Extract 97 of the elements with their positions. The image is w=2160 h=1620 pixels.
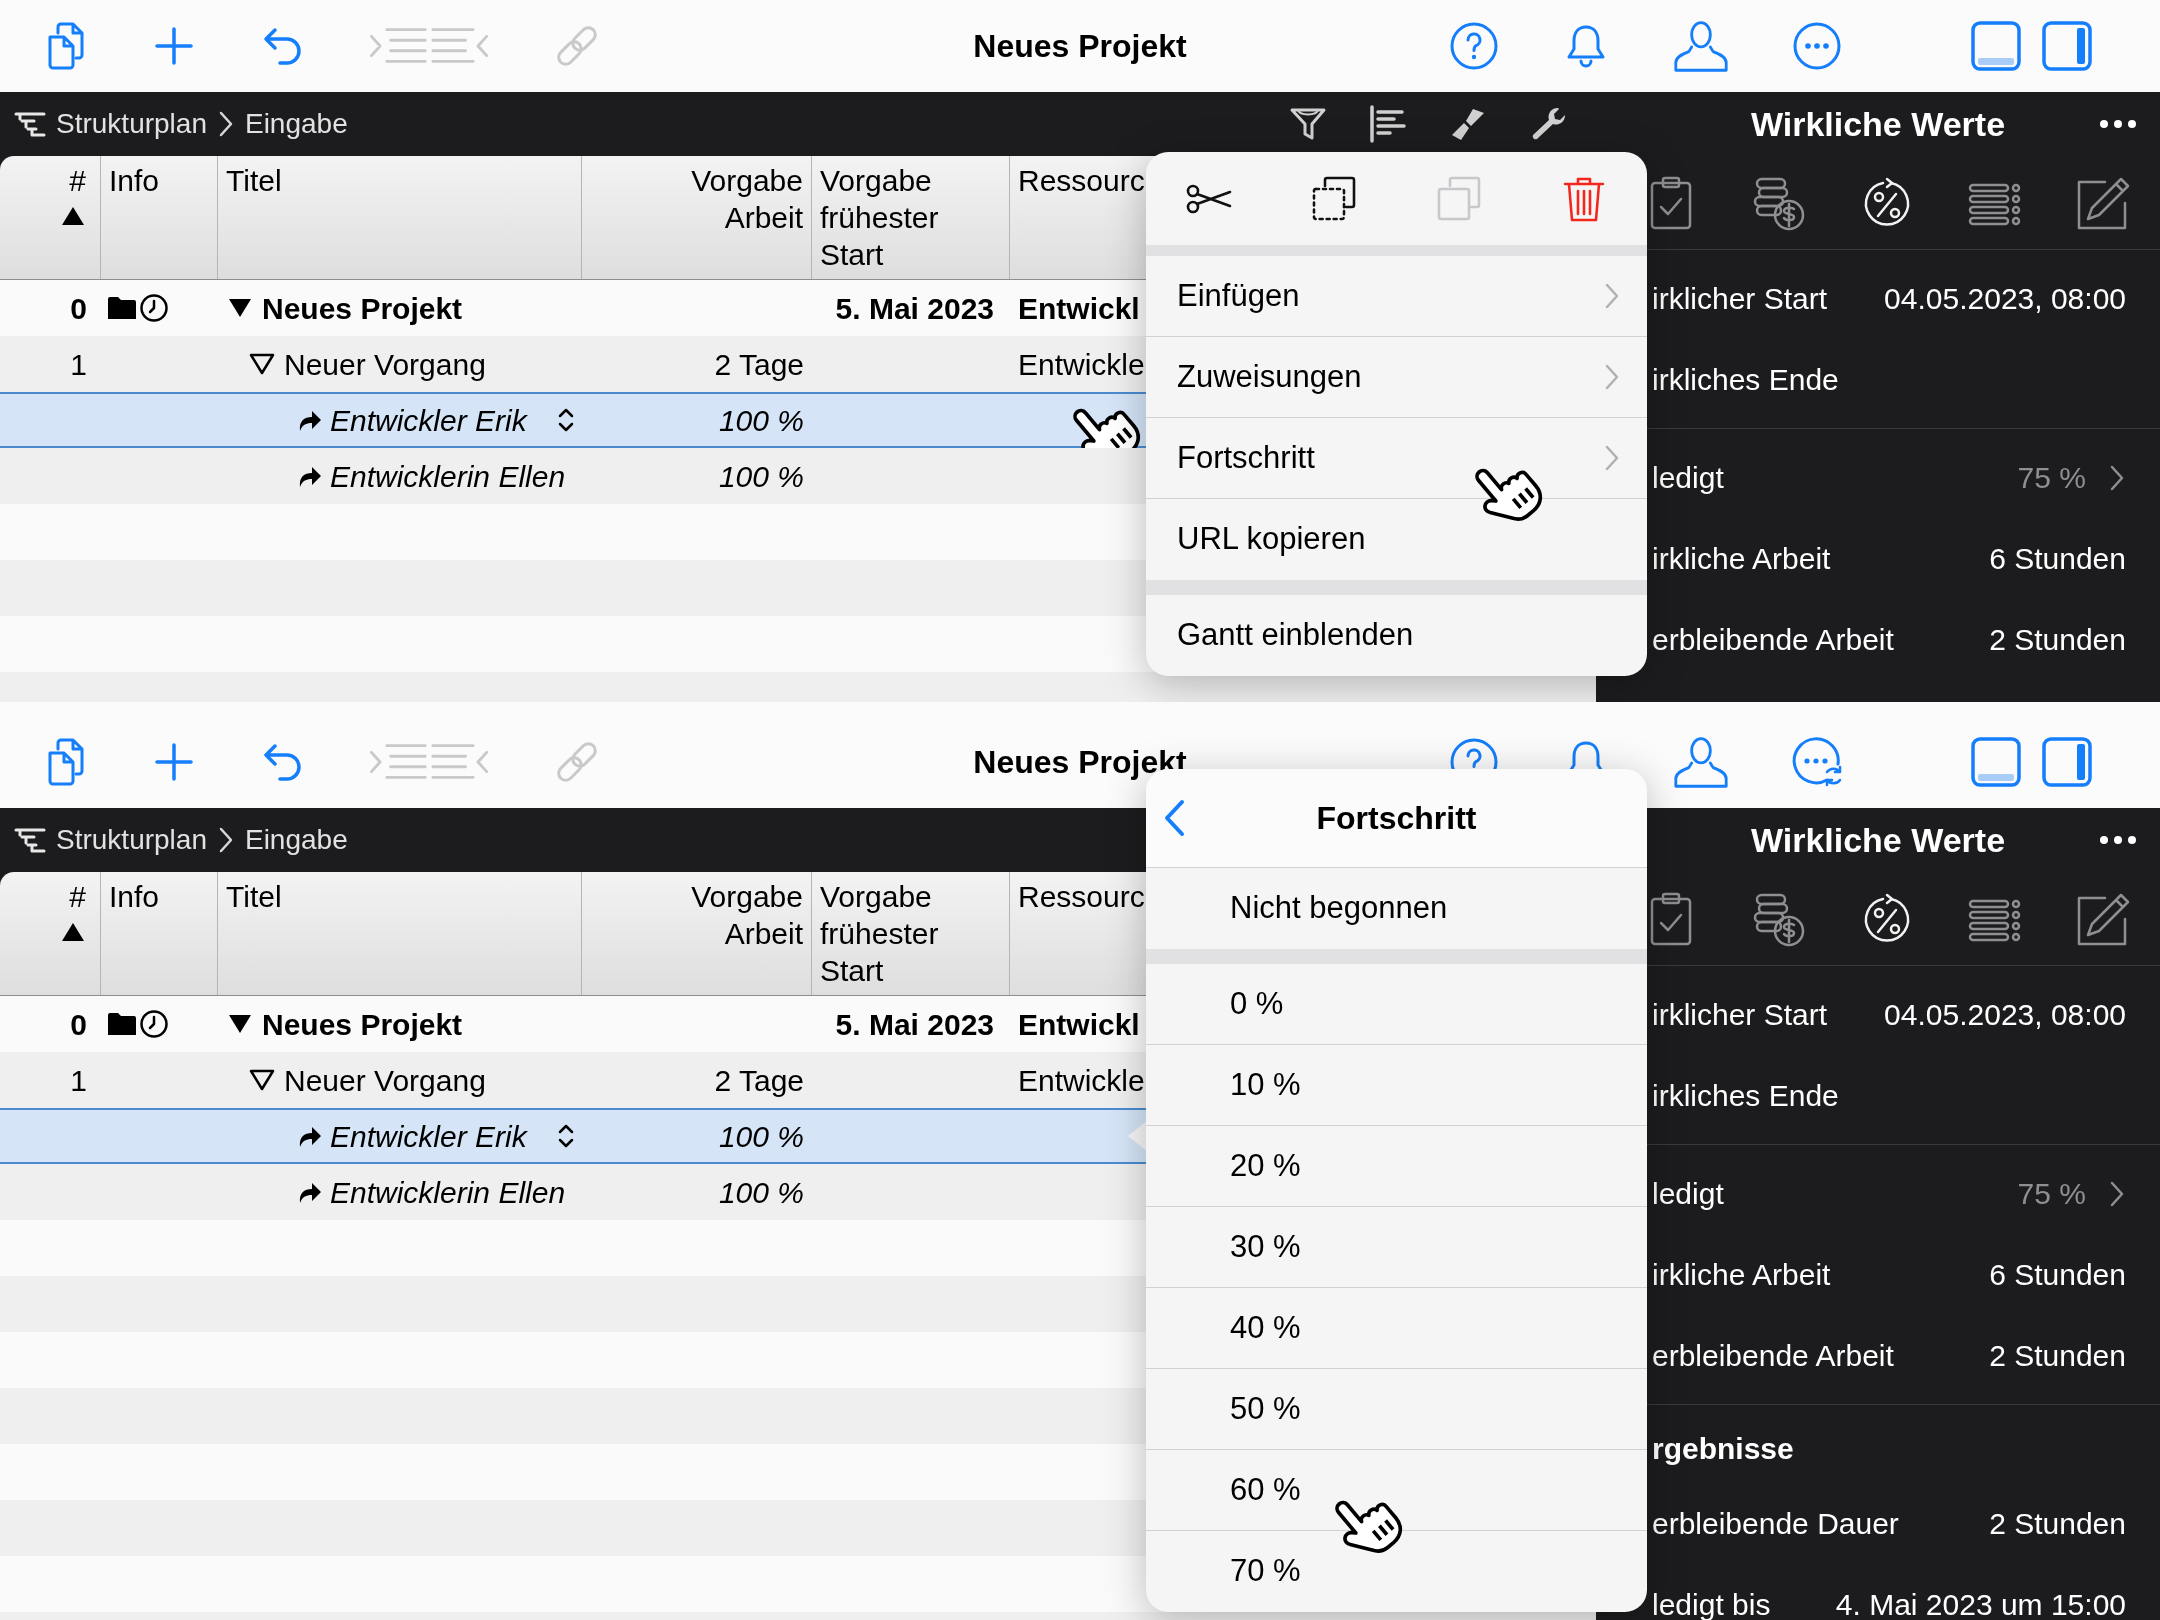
field-label: irklicher Start — [1652, 281, 1828, 317]
menu-item[interactable]: 10 % — [1146, 1045, 1647, 1126]
menu-item[interactable]: 40 % — [1146, 1288, 1647, 1369]
field-value: 04.05.2023, 08:00 — [1884, 997, 2126, 1033]
field-label: irkliches Ende — [1652, 362, 1839, 398]
column-header[interactable]: Vorgabe frühester Start — [820, 162, 939, 273]
menu-item[interactable]: Gantt einblenden — [1146, 595, 1647, 676]
table-cell-text: Entwickl — [1018, 1006, 1140, 1043]
row-number: 0 — [70, 290, 87, 327]
panel-bottom-icon[interactable] — [1970, 20, 2022, 72]
panel-bottom-icon[interactable] — [1970, 736, 2022, 788]
field-label: erbleibende Arbeit — [1652, 622, 1894, 658]
field-value: 75 % — [2017, 460, 2086, 496]
clock-icon — [139, 293, 169, 323]
row-number: 1 — [70, 346, 87, 383]
row-number: 1 — [70, 1062, 87, 1099]
table-cell-text: 100 % — [718, 402, 804, 439]
field-value: 6 Stunden — [1989, 541, 2126, 577]
row-title: Neues Projekt — [262, 1006, 463, 1043]
field-label: ledigt — [1652, 460, 1724, 496]
field-value: 2 Stunden — [1989, 1506, 2126, 1542]
breadcrumb-link[interactable]: Strukturplan — [56, 819, 207, 861]
stepper-icon[interactable] — [556, 1122, 576, 1150]
menu-item[interactable]: 70 % — [1146, 1531, 1647, 1612]
field-label: irklicher Start — [1652, 997, 1828, 1033]
table-cell-text: Entwickl — [1018, 290, 1140, 327]
column-header[interactable]: Info — [109, 878, 160, 915]
window-title: Neues Projekt — [973, 27, 1187, 66]
help-icon[interactable] — [1449, 21, 1499, 71]
column-header[interactable]: Ressourc — [1018, 878, 1145, 915]
column-header[interactable]: Vorgabe Arbeit — [691, 162, 803, 236]
row-number: 0 — [70, 1006, 87, 1043]
menu-item[interactable]: Zuweisungen — [1146, 337, 1647, 418]
column-header[interactable]: Vorgabe Arbeit — [691, 878, 803, 952]
field-label: irkliche Arbeit — [1652, 541, 1831, 577]
table-cell-text: 100 % — [718, 1118, 804, 1155]
breadcrumb-link[interactable]: Eingabe — [244, 103, 348, 145]
field-label: irkliche Arbeit — [1652, 1257, 1831, 1293]
column-header[interactable]: # — [69, 878, 86, 915]
field-label: ledigt — [1652, 1176, 1724, 1212]
field-label: irkliches Ende — [1652, 1078, 1839, 1114]
field-value: 4. Mai 2023 um 15:00 — [1835, 1587, 2126, 1620]
table-cell-text: 5. Mai 2023 — [835, 290, 994, 327]
row-title: Entwickler Erik — [330, 402, 527, 439]
more-icon[interactable] — [2098, 834, 2138, 846]
person-icon[interactable] — [1673, 734, 1729, 790]
structure-icon[interactable] — [14, 826, 46, 854]
menu-title: Fortschritt — [1316, 799, 1477, 838]
field-label: erbleibende Arbeit — [1652, 1338, 1894, 1374]
row-title: Neues Projekt — [262, 290, 463, 327]
column-header[interactable]: Ressourc — [1018, 162, 1145, 199]
column-header[interactable]: Titel — [226, 162, 282, 199]
menu-item[interactable]: Einfügen — [1146, 256, 1647, 337]
panel-title: Wirkliche Werte — [1750, 103, 2006, 145]
panel-right-icon[interactable] — [2041, 736, 2093, 788]
table-cell-text: 100 % — [718, 1174, 804, 1211]
table-cell-text: 2 Tage — [714, 1062, 804, 1099]
field-value: 04.05.2023, 08:00 — [1884, 281, 2126, 317]
person-icon[interactable] — [1673, 18, 1729, 74]
field-value: 75 % — [2017, 1176, 2086, 1212]
field-value: 2 Stunden — [1989, 622, 2126, 658]
table-cell-text: 2 Tage — [714, 346, 804, 383]
field-value: 6 Stunden — [1989, 1257, 2126, 1293]
row-title: Neuer Vorgang — [284, 1062, 486, 1099]
menu-item[interactable]: 30 % — [1146, 1207, 1647, 1288]
more-sync-icon[interactable] — [1791, 736, 1843, 788]
row-title: Entwicklerin Ellen — [330, 1174, 566, 1211]
field-value: 2 Stunden — [1989, 1338, 2126, 1374]
panel-right-icon[interactable] — [2041, 20, 2093, 72]
row-title: Entwicklerin Ellen — [330, 458, 566, 495]
folder-icon — [107, 295, 137, 321]
column-header[interactable]: Vorgabe frühester Start — [820, 878, 939, 989]
row-title: Entwickler Erik — [330, 1118, 527, 1155]
panel-title: Wirkliche Werte — [1750, 819, 2006, 861]
column-header[interactable]: Titel — [226, 878, 282, 915]
column-header[interactable]: Info — [109, 162, 160, 199]
table-cell-text: Entwickle — [1018, 346, 1145, 383]
outline-icon[interactable] — [1368, 104, 1408, 144]
structure-icon[interactable] — [14, 110, 46, 138]
more-icon[interactable] — [2098, 118, 2138, 130]
menu-item[interactable]: 50 % — [1146, 1369, 1647, 1450]
table-cell-text: 100 % — [718, 458, 804, 495]
breadcrumb-link[interactable]: Eingabe — [244, 819, 348, 861]
table-cell-text: 5. Mai 2023 — [835, 1006, 994, 1043]
table-cell-text: Entwickle — [1018, 1062, 1145, 1099]
back-icon[interactable] — [1162, 798, 1186, 838]
section-heading: rgebnisse — [1652, 1430, 1794, 1467]
clock-icon — [139, 1009, 169, 1039]
row-title: Neuer Vorgang — [284, 346, 486, 383]
breadcrumb-link[interactable]: Strukturplan — [56, 103, 207, 145]
column-header[interactable]: # — [69, 162, 86, 199]
field-label: erbleibende Dauer — [1652, 1506, 1899, 1542]
menu-item[interactable]: 0 % — [1146, 964, 1647, 1045]
menu-item[interactable]: Nicht begonnen — [1146, 868, 1647, 949]
menu-item[interactable]: 20 % — [1146, 1126, 1647, 1207]
stepper-icon[interactable] — [556, 406, 576, 434]
folder-icon — [107, 1011, 137, 1037]
